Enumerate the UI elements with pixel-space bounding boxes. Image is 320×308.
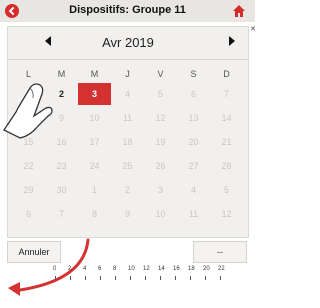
day-cell: 1 [91,185,97,195]
footer-actions: Annuler -- [7,241,247,263]
day-cell: 14 [221,113,232,123]
weekday-label: D [223,69,230,79]
day-cell: 28 [221,161,232,171]
time-select-button[interactable]: -- [193,241,247,263]
day-cell: 10 [155,209,166,219]
weekday-label: J [125,69,130,79]
day-cell: 20 [188,137,199,147]
weekday-label: V [157,69,164,79]
day-cell: 12 [155,113,166,123]
day-cell: 17 [89,137,100,147]
day-cell: 19 [155,137,166,147]
day-cell: 18 [122,137,133,147]
day-cell: 5 [223,185,229,195]
timeline-tick-label: 14 [158,266,165,272]
month-title: Avr 2019 [102,35,154,50]
timeline-tick-label: 16 [173,266,180,272]
day-cell: 4 [190,185,196,195]
day-cell: 2 [124,185,130,195]
timeline-tick [100,276,101,280]
day-cell: 12 [221,209,232,219]
day-cell: 23 [56,161,67,171]
timeline-tick-label: 10 [128,266,135,272]
timeline-tick-label: 8 [113,266,117,272]
timeline-tick [55,276,56,280]
timeline-tick [85,276,86,280]
timeline-tick-label: 12 [143,266,150,272]
timeline-tick [175,276,176,280]
weekday-label: S [190,69,197,79]
day-cell: 4 [124,89,130,99]
timeline-tick [190,276,191,280]
timeline-tick-label: 0 [53,266,57,272]
day-cell: 27 [188,161,199,171]
day-cell: 10 [89,113,100,123]
header-bar: Dispositifs: Groupe 11 [0,0,255,22]
timeline-tick-label: 4 [83,266,87,272]
weekday-label: M [90,69,99,79]
day-cell: 25 [122,161,133,171]
day-cell: 21 [221,137,232,147]
day-cell: 11 [122,113,133,123]
timeline-tick [220,276,221,280]
close-icon[interactable]: ✕ [250,25,256,33]
day-cell: 30 [56,185,67,195]
page-title: Dispositifs: Groupe 11 [69,4,186,16]
pointing-hand-icon [3,83,53,139]
divider [8,59,248,60]
timeline[interactable]: 0 2 4 6 8 10 12 14 16 18 20 22 [7,263,247,285]
timeline-tick-label: 6 [98,266,102,272]
timeline-tick [205,276,206,280]
day-cell: 29 [23,185,34,195]
day-cell: 11 [188,209,199,219]
day-cell: 22 [23,161,34,171]
month-nav: Avr 2019 [8,27,248,57]
timeline-tick-label: 18 [188,266,195,272]
timeline-tick [115,276,116,280]
cancel-button[interactable]: Annuler [7,241,61,263]
day-cell: 26 [155,161,166,171]
timeline-tick-label: 2 [68,266,72,272]
timeline-tick [145,276,146,280]
timeline-tick [130,276,131,280]
day-cell: 5 [157,89,163,99]
day-cell: 7 [223,89,229,99]
timeline-tick-label: 22 [218,266,225,272]
timeline-tick [160,276,161,280]
home-icon[interactable] [232,4,246,18]
day-cell: 3 [157,185,163,195]
day-cell: 13 [188,113,199,123]
day-cell: 9 [124,209,130,219]
day-cell: 6 [190,89,196,99]
timeline-tick [70,276,71,280]
timeline-tick-label: 20 [203,266,210,272]
day-cell: 24 [89,161,100,171]
next-month-button[interactable] [229,36,235,46]
selected-day-cell[interactable]: 3 [78,83,111,105]
